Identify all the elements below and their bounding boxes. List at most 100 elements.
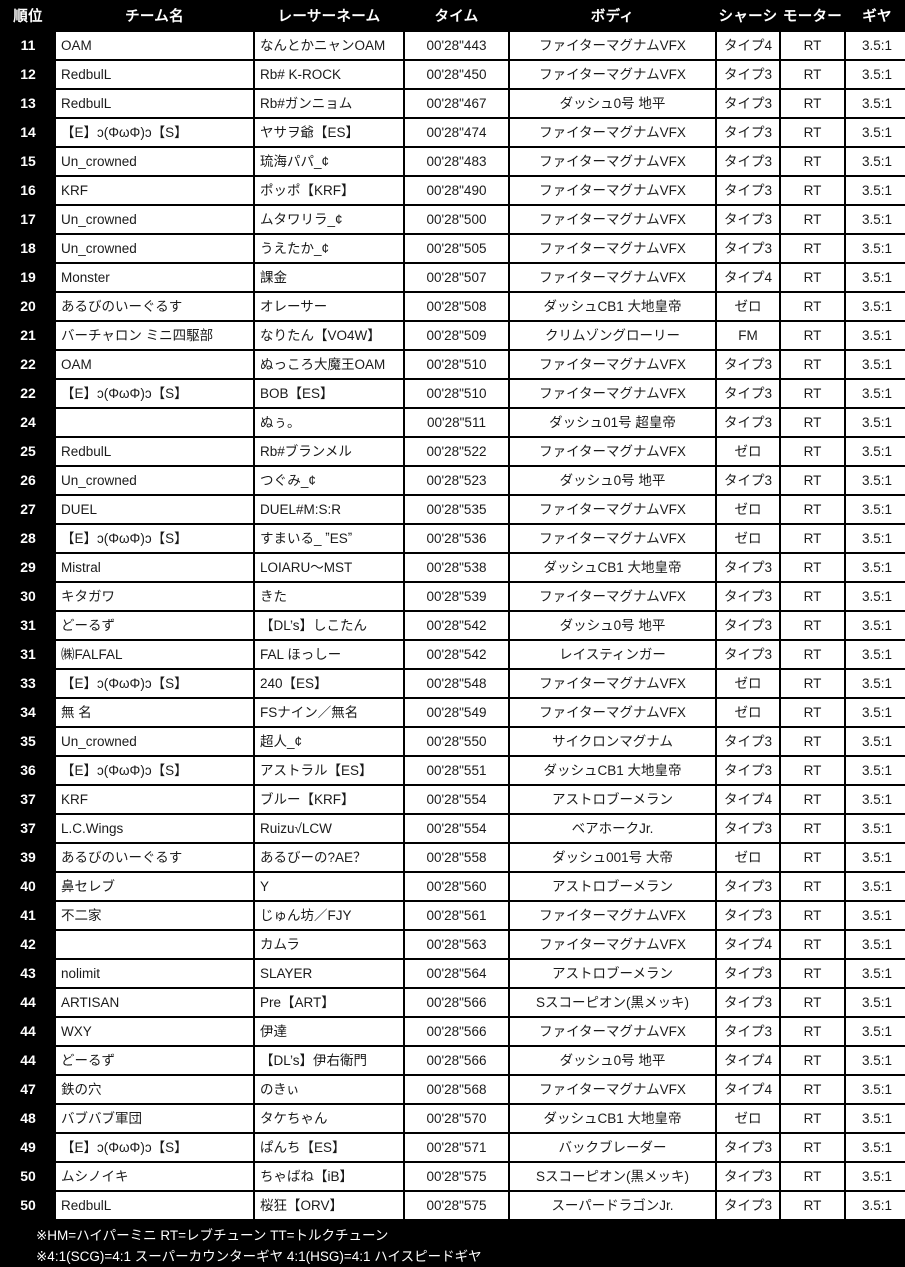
cell-gear: 3.5:1 bbox=[846, 409, 905, 436]
table-row: 42 カムラ 00'28"563 ファイターマグナムVFX タイプ4 RT 3.5:1 bbox=[2, 931, 905, 958]
cell-body: ダッシュCB1 大地皇帝 bbox=[510, 554, 715, 581]
cell-team: L.C.Wings bbox=[56, 815, 253, 842]
cell-gear: 3.5:1 bbox=[846, 496, 905, 523]
cell-body: ダッシュ0号 地平 bbox=[510, 467, 715, 494]
cell-racer: ぬぅ。 bbox=[255, 409, 403, 436]
note-gear-abbreviations: ※4:1(SCG)=4:1 スーパーカウンターギヤ 4:1(HSG)=4:1 ハ… bbox=[36, 1249, 482, 1264]
table-row: 11 OAM なんとかニャンOAM 00'28"443 ファイターマグナムVFX タイプ4… bbox=[2, 32, 905, 59]
cell-time: 00'28"500 bbox=[405, 206, 508, 233]
cell-rank: 30 bbox=[2, 583, 54, 610]
cell-chassis: タイプ3 bbox=[717, 119, 779, 146]
cell-racer: LOIARU〜MST bbox=[255, 554, 403, 581]
table-row: 34 無 名 FSナイン／無名 00'28"549 ファイターマグナムVFX ゼロ RT 3.… bbox=[2, 699, 905, 726]
cell-team bbox=[56, 931, 253, 958]
table-row: 31 どーるず 【DL’s】しこたん 00'28"542 ダッシュ0号 地平 タイプ3 RT… bbox=[2, 612, 905, 639]
cell-gear: 3.5:1 bbox=[846, 612, 905, 639]
table-row: 44 ARTISAN Pre【ART】 00'28"566 Sスコーピオン(黒メッキ) タ… bbox=[2, 989, 905, 1016]
cell-motor: RT bbox=[781, 554, 844, 581]
cell-time: 00'28"568 bbox=[405, 1076, 508, 1103]
cell-racer: ヤサヲ爺【ES】 bbox=[255, 119, 403, 146]
cell-team: 無 名 bbox=[56, 699, 253, 726]
cell-motor: RT bbox=[781, 583, 844, 610]
cell-team: DUEL bbox=[56, 496, 253, 523]
cell-body: ファイターマグナムVFX bbox=[510, 119, 715, 146]
cell-racer: Ruizu√LCW bbox=[255, 815, 403, 842]
cell-rank: 27 bbox=[2, 496, 54, 523]
cell-chassis: ゼロ bbox=[717, 525, 779, 552]
cell-racer: 伊達 bbox=[255, 1018, 403, 1045]
cell-racer: FSナイン／無名 bbox=[255, 699, 403, 726]
cell-body: ファイターマグナムVFX bbox=[510, 525, 715, 552]
cell-rank: 31 bbox=[2, 612, 54, 639]
cell-team: 【E】ɔ(ΦωΦ)ɔ【S】 bbox=[56, 380, 253, 407]
column-header-chassis: シャーシ bbox=[717, 2, 779, 30]
cell-motor: RT bbox=[781, 728, 844, 755]
cell-motor: RT bbox=[781, 989, 844, 1016]
cell-rank: 47 bbox=[2, 1076, 54, 1103]
cell-team bbox=[56, 409, 253, 436]
cell-racer: Rb#ガンニョム bbox=[255, 90, 403, 117]
cell-racer: Rb# K-ROCK bbox=[255, 61, 403, 88]
cell-racer: オレーサー bbox=[255, 293, 403, 320]
cell-body: ファイターマグナムVFX bbox=[510, 496, 715, 523]
cell-time: 00'28"560 bbox=[405, 873, 508, 900]
table-row: 49 【E】ɔ(ΦωΦ)ɔ【S】 ぱんち【ES】 00'28"571 バックブレーダータ… bbox=[2, 1134, 905, 1161]
cell-chassis: ゼロ bbox=[717, 293, 779, 320]
cell-racer: なんとかニャンOAM bbox=[255, 32, 403, 59]
table-row: 29 Mistral LOIARU〜MST 00'28"538 ダッシュCB1 大地皇帝… bbox=[2, 554, 905, 581]
table-row: 36 【E】ɔ(ΦωΦ)ɔ【S】 アストラル【ES】 00'28"551 ダッシュCB1… bbox=[2, 757, 905, 784]
cell-motor: RT bbox=[781, 1134, 844, 1161]
cell-racer: きた bbox=[255, 583, 403, 610]
cell-body: ダッシュ01号 超皇帝 bbox=[510, 409, 715, 436]
cell-racer: 桜狂【ORV】 bbox=[255, 1192, 403, 1219]
cell-gear: 3.5:1 bbox=[846, 844, 905, 871]
cell-racer: うえたか_¢ bbox=[255, 235, 403, 262]
cell-racer: あるびーの?AE？ bbox=[255, 844, 403, 871]
table-row: 43 nolimit SLAYER 00'28"564 アストロブーメラン タイプ3 RT 3… bbox=[2, 960, 905, 987]
cell-chassis: タイプ3 bbox=[717, 641, 779, 668]
cell-body: アストロブーメラン bbox=[510, 873, 715, 900]
cell-team: どーるず bbox=[56, 1047, 253, 1074]
cell-gear: 3.5:1 bbox=[846, 757, 905, 784]
cell-time: 00'28"443 bbox=[405, 32, 508, 59]
cell-racer: 【DL’s】伊右衛門 bbox=[255, 1047, 403, 1074]
cell-motor: RT bbox=[781, 960, 844, 987]
cell-rank: 36 bbox=[2, 757, 54, 784]
cell-racer: 240【ES】 bbox=[255, 670, 403, 697]
column-header-gear: ギヤ bbox=[846, 2, 905, 30]
cell-chassis: タイプ4 bbox=[717, 786, 779, 813]
cell-time: 00'28"554 bbox=[405, 786, 508, 813]
cell-chassis: タイプ3 bbox=[717, 409, 779, 436]
cell-gear: 3.5:1 bbox=[846, 148, 905, 175]
cell-racer: アストラル【ES】 bbox=[255, 757, 403, 784]
cell-rank: 19 bbox=[2, 264, 54, 291]
cell-body: ファイターマグナムVFX bbox=[510, 61, 715, 88]
cell-gear: 3.5:1 bbox=[846, 1192, 905, 1219]
cell-body: ファイターマグナムVFX bbox=[510, 699, 715, 726]
cell-gear: 3.5:1 bbox=[846, 1134, 905, 1161]
cell-racer: ブルー【KRF】 bbox=[255, 786, 403, 813]
cell-motor: RT bbox=[781, 90, 844, 117]
cell-chassis: タイプ3 bbox=[717, 554, 779, 581]
table-row: 40 鼻セレブ Y 00'28"560 アストロブーメラン タイプ3 RT 3.5:1 bbox=[2, 873, 905, 900]
cell-time: 00'28"561 bbox=[405, 902, 508, 929]
cell-team: Un_crowned bbox=[56, 728, 253, 755]
cell-racer: Rb#ブランメル bbox=[255, 438, 403, 465]
cell-team: RedbulL bbox=[56, 438, 253, 465]
table-row: 19 Monster 課金 00'28"507 ファイターマグナムVFX タイプ4 RT 3.… bbox=[2, 264, 905, 291]
cell-gear: 3.5:1 bbox=[846, 525, 905, 552]
cell-rank: 24 bbox=[2, 409, 54, 436]
cell-motor: RT bbox=[781, 496, 844, 523]
cell-time: 00'28"570 bbox=[405, 1105, 508, 1132]
cell-gear: 3.5:1 bbox=[846, 322, 905, 349]
cell-racer: 琉海パパ_¢ bbox=[255, 148, 403, 175]
cell-chassis: タイプ3 bbox=[717, 757, 779, 784]
cell-motor: RT bbox=[781, 815, 844, 842]
cell-body: ベアホークJr. bbox=[510, 815, 715, 842]
cell-body: アストロブーメラン bbox=[510, 960, 715, 987]
cell-rank: 17 bbox=[2, 206, 54, 233]
cell-motor: RT bbox=[781, 119, 844, 146]
cell-chassis: タイプ3 bbox=[717, 583, 779, 610]
table-row: 41 不二家 じゅん坊／FJY 00'28"561 ファイターマグナムVFX タイプ3 RT… bbox=[2, 902, 905, 929]
cell-team: Mistral bbox=[56, 554, 253, 581]
